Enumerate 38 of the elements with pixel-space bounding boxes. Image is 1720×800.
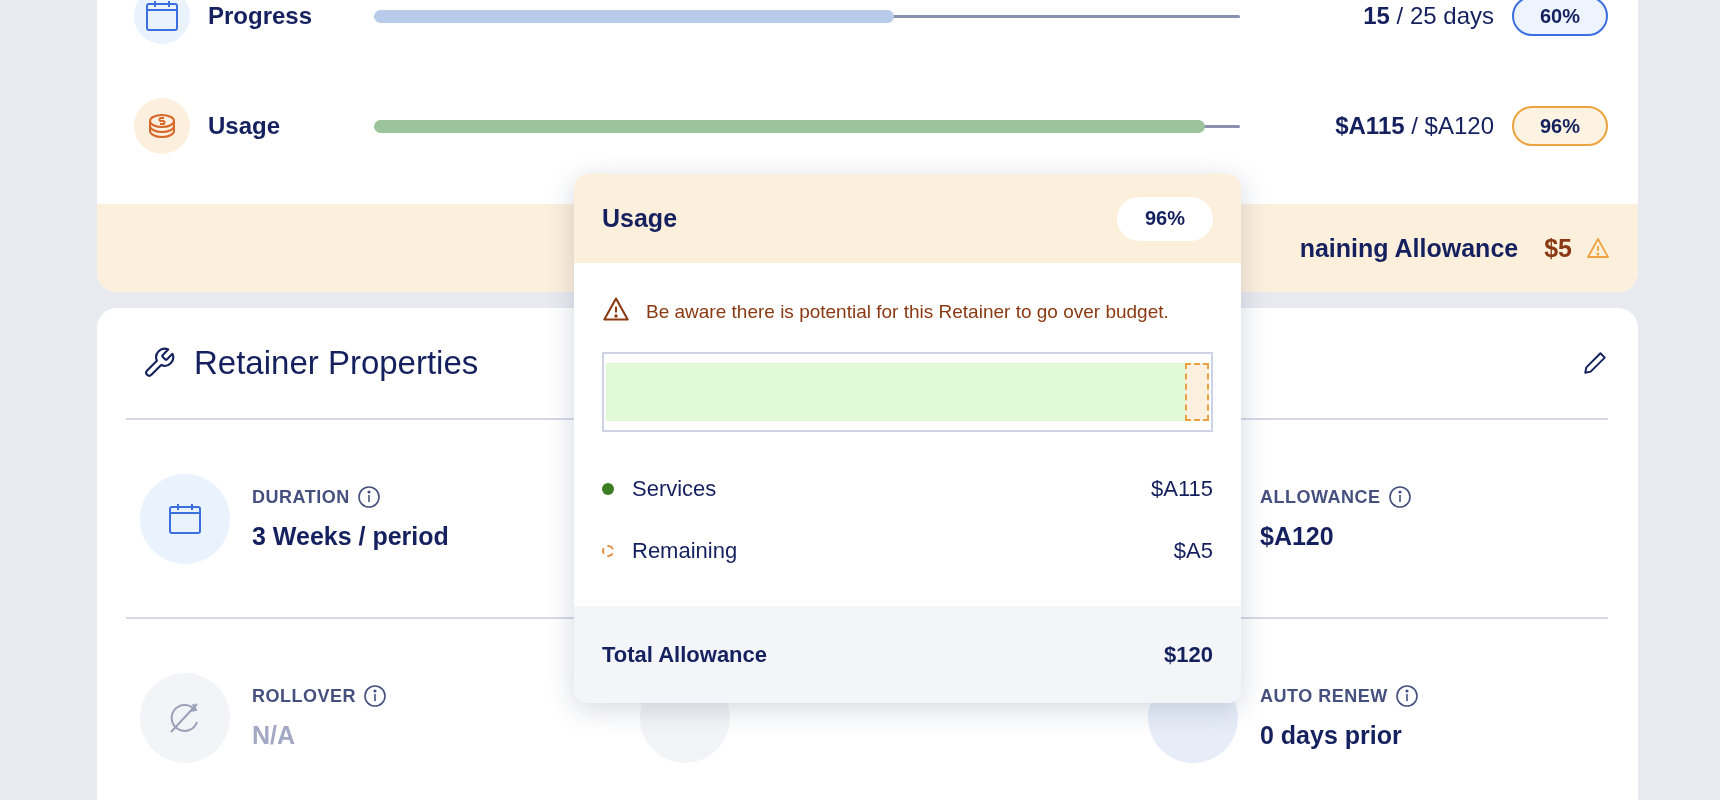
info-icon[interactable] [357, 486, 380, 508]
remaining-segment [1184, 363, 1209, 421]
legend-value: $A5 [1173, 538, 1213, 564]
property-value: N/A [252, 721, 297, 750]
warning-message: Be aware there is potential for this Retainer to go over budget. [646, 300, 1169, 324]
info-icon[interactable] [1388, 486, 1411, 508]
legend-value: $A115 [1151, 476, 1213, 502]
banner-label: naining Allowance [1299, 233, 1519, 263]
property-value: $A120 [1260, 522, 1335, 551]
property-label: AUTO RENEW [1260, 685, 1388, 707]
calendar-icon [145, 0, 179, 32]
section-title: Retainer Properties [194, 344, 480, 382]
warning-icon [1586, 236, 1610, 260]
warning-icon [602, 295, 630, 323]
property-label: ALLOWANCE [1260, 486, 1381, 508]
info-icon[interactable] [364, 685, 386, 707]
banner-value: $5 [1544, 233, 1572, 263]
popover-title: Usage [602, 204, 678, 233]
wrench-icon [142, 346, 176, 380]
coins-icon [147, 113, 177, 139]
percent-badge: 96% [1512, 106, 1608, 146]
percent-badge: 60% [1512, 0, 1608, 36]
property-label: ROLLOVER [252, 685, 356, 707]
meter-label: Usage [208, 112, 282, 140]
footer-value: $120 [1164, 641, 1213, 668]
legend-label: Services [632, 476, 718, 502]
legend-label: Remaining [632, 538, 739, 564]
info-icon[interactable] [1395, 685, 1418, 707]
edit-icon[interactable] [1582, 350, 1608, 376]
property-value: 0 days prior [1260, 721, 1403, 750]
property-label: DURATION [252, 486, 350, 508]
footer-label: Total Allowance [602, 641, 768, 668]
property-value: 3 Weeks / period [252, 522, 449, 551]
meter-label: Progress [208, 2, 314, 30]
meter-reading: $A115 / $A120 [1335, 112, 1494, 140]
meter-reading: 15 / 25 days [1363, 2, 1494, 30]
calendar-icon [168, 502, 202, 535]
percent-badge: 96% [1117, 196, 1213, 241]
